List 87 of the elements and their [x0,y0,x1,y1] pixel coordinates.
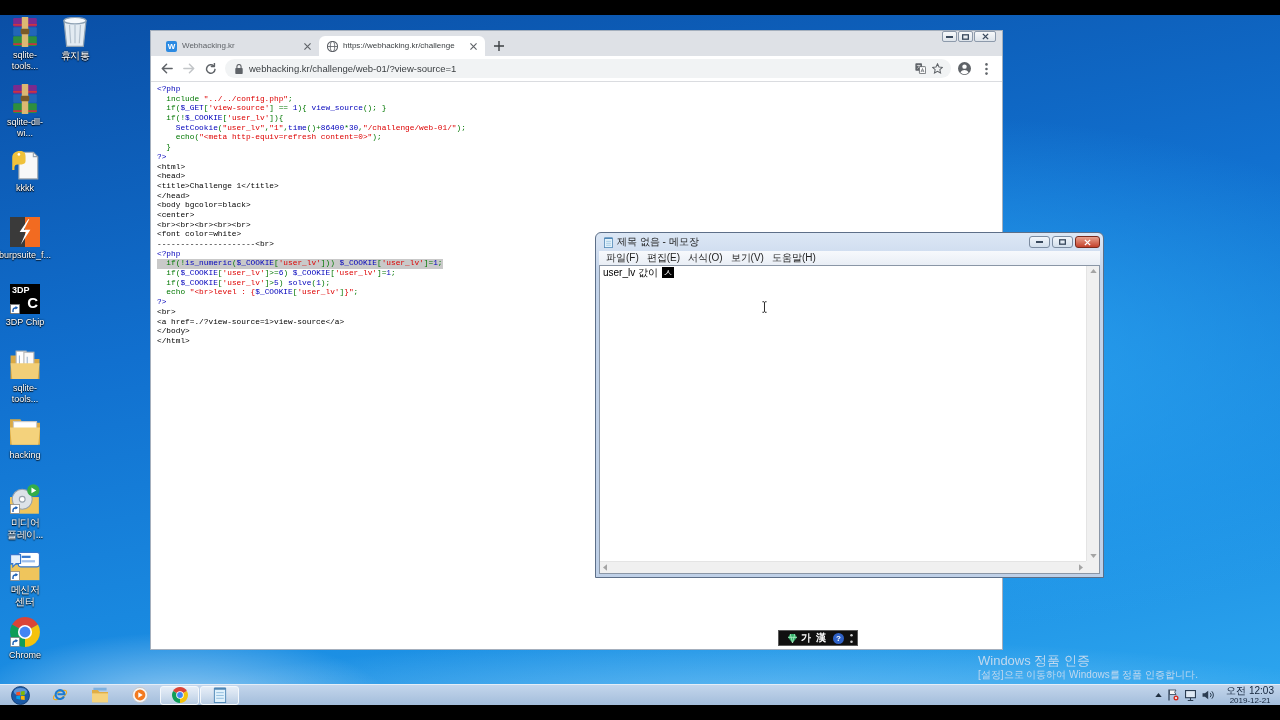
document-text: user_lv 값이 [603,267,658,278]
activation-message: [설정]으로 이동하여 Windows를 정품 인증합니다. [978,669,1198,681]
close-button[interactable] [974,31,996,42]
start-orb-icon [10,685,30,705]
star-icon[interactable] [932,63,943,74]
folder-icon[interactable] [10,417,40,448]
bolt-icon[interactable] [10,217,40,248]
logo-text: 3DP [12,284,30,295]
shortcut-arrow-icon [10,637,20,648]
back-arrow-icon [160,63,173,74]
minimize-icon [946,35,953,38]
minimize-button[interactable] [942,31,957,42]
plus-icon [494,41,504,51]
clock-date[interactable]: 2019-12-21 [1229,696,1271,705]
notepad-icon [604,236,613,248]
icon-label[interactable]: hacking [9,450,41,462]
translate-icon[interactable] [915,63,926,74]
taskbar-button[interactable] [160,685,199,705]
close-button[interactable] [1075,236,1100,248]
ime-mode-button[interactable]: 漢 [815,632,827,644]
close-icon [1084,238,1091,246]
trash-bin-icon[interactable] [60,17,90,47]
menu-item[interactable]: 파일(F) [603,252,642,264]
grip-icon[interactable] [850,633,853,643]
forward-arrow-icon [182,63,195,74]
icon-label[interactable]: sqlite-dll-wi... [0,116,50,139]
play-icon [131,687,148,703]
lock-icon [235,63,243,74]
minimize-button[interactable] [1029,236,1050,248]
monitor-icon[interactable] [1185,689,1197,701]
chrome-icon [171,687,188,703]
icon-label[interactable]: 메신저 센터 [0,583,50,608]
icon-label[interactable]: sqlite-tools... [0,383,50,406]
icon-label[interactable]: burpsuite_f... [0,250,51,262]
activation-title: Windows 정품 인증 [978,653,1091,669]
menu-item[interactable]: 도움말(H) [768,252,819,264]
icon-label[interactable]: sqlite-tools... [0,50,50,72]
menu-item[interactable]: 편집(E) [643,252,684,264]
document-icon[interactable] [10,150,40,181]
icon-label[interactable]: 3DP Chip [5,316,45,328]
globe-icon [327,40,338,52]
taskbar-button[interactable] [200,685,239,705]
close-icon [303,42,311,50]
chevron-up-icon[interactable] [1155,693,1163,697]
chat-folder-icon[interactable] [10,550,40,581]
site-favicon: W [166,40,177,52]
logo-tile[interactable]: 3DP C [10,283,40,314]
text-cursor-icon [762,301,767,313]
close-tab-button[interactable] [467,40,479,52]
reload-icon [204,63,217,74]
icon-label[interactable]: 휴지통 [60,50,90,62]
shortcut-arrow-icon [10,570,20,581]
account-icon [958,62,971,75]
folder-icon [91,687,108,703]
shortcut-arrow-icon [10,303,20,314]
icon-label[interactable]: kkkk [16,183,34,195]
stacked-books-icon[interactable] [10,83,40,114]
maximize-icon [962,33,969,40]
folder-icon[interactable] [10,350,40,381]
address-bar[interactable]: webhacking.kr/challenge/web-01/?view-source=1 [225,59,951,78]
logo-text: C [27,294,38,311]
speaker-icon[interactable] [1202,690,1215,700]
close-tab-button[interactable] [301,40,313,52]
maximize-icon [1059,239,1066,245]
stacked-books-icon[interactable] [10,17,40,47]
ime-mode-button[interactable]: 가 [800,632,812,644]
gem-icon [788,633,797,643]
ime-composition: ㅅ [662,267,674,278]
url-text[interactable]: webhacking.kr/challenge/web-01/?view-source=1 [249,62,909,75]
browser-tab[interactable]: W Webhacking.kr [158,36,319,56]
window-title: 제목 없음 - 메모장 [617,236,699,248]
maximize-button[interactable] [958,31,973,42]
help-button[interactable]: ? [833,632,844,644]
menu-item[interactable]: 보기(V) [727,252,767,264]
clock-time[interactable]: 오전 12:03 [1226,685,1274,696]
close-icon [469,42,477,50]
menu-icon [985,62,988,75]
icon-label[interactable]: 미디어 플레이... [0,516,50,541]
close-icon [981,33,989,40]
browser-tab[interactable]: https://webhacking.kr/challenge [319,36,485,56]
menu-item[interactable]: 서식(O) [685,252,726,264]
minimize-icon [1036,241,1043,243]
maximize-button[interactable] [1052,236,1073,248]
e-logo-icon [51,687,68,703]
flag-icon[interactable] [1168,689,1180,701]
text-area[interactable]: user_lv 값이 ㅅ [599,265,1100,574]
shortcut-arrow-icon [10,503,20,514]
